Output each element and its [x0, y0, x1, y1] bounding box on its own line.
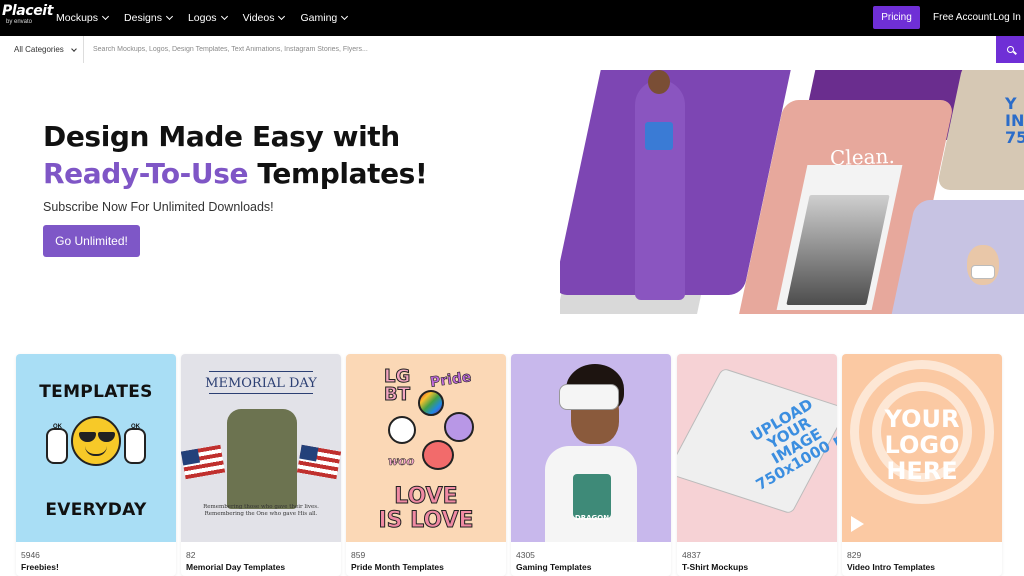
search-bar: All Categories	[0, 36, 1024, 63]
category-card-memorial-day[interactable]: MEMORIAL DAY Remembering those who gave …	[181, 354, 341, 576]
nav-item-logos[interactable]: Logos	[187, 12, 228, 24]
search-button[interactable]	[996, 36, 1024, 63]
us-flag-icon	[296, 444, 341, 480]
placeit-logo[interactable]: Placeit by envato	[2, 4, 53, 26]
category-count: 5946	[21, 550, 40, 560]
thumb-love-text: LOVE IS LOVE	[378, 484, 474, 533]
category-select[interactable]: All Categories	[0, 36, 84, 63]
chevron-down-icon	[341, 12, 349, 21]
category-label[interactable]: Freebies!	[21, 562, 59, 572]
dress-print-image	[645, 122, 673, 150]
model-dress-image	[635, 80, 685, 300]
chevron-down-icon	[101, 12, 110, 21]
category-card-pride-month[interactable]: LG BT Pride woo LOVE IS LOVE 859 Pride M…	[346, 354, 506, 576]
category-card-freebies[interactable]: TEMPLATES OK OK EVERYDAY 5946 Freebies!	[16, 354, 176, 576]
divider	[209, 371, 313, 372]
hero-collage-image: Clean. Y IN 750	[560, 70, 1024, 314]
dragon-print-image	[573, 474, 611, 518]
ok-label: OK	[131, 424, 140, 430]
category-card-video-intro[interactable]: YOUR LOGO HERE 829 Video Intro Templates	[842, 354, 1002, 576]
logo-sub-text: by envato	[6, 19, 33, 25]
nav-item-designs[interactable]: Designs	[124, 12, 173, 24]
soldier-image	[227, 409, 297, 509]
category-thumbnail: MEMORIAL DAY Remembering those who gave …	[181, 354, 341, 542]
vr-headset-image	[559, 384, 619, 410]
face-mask-image	[971, 265, 995, 279]
nav-item-label: Mockups	[56, 12, 99, 24]
smiley-face-icon	[71, 416, 121, 466]
hero-subtitle: Subscribe Now For Unlimited Downloads!	[43, 200, 274, 214]
free-account-link[interactable]: Free Account	[933, 12, 992, 23]
collage-right-text: Y IN 750	[1005, 94, 1024, 147]
play-icon[interactable]	[851, 516, 864, 532]
category-label[interactable]: T-Shirt Mockups	[682, 562, 748, 572]
sunglasses-icon	[98, 432, 115, 442]
login-link[interactable]: Log In	[993, 12, 1021, 23]
logo-text: Placeit	[2, 3, 53, 19]
pricing-button[interactable]: Pricing	[873, 6, 920, 29]
nav-item-videos[interactable]: Videos	[242, 12, 286, 24]
chevron-down-icon	[220, 12, 228, 21]
smile-mouth	[85, 446, 107, 456]
rainbow-heart-sticker	[418, 390, 444, 416]
nav-item-gaming[interactable]: Gaming	[300, 12, 349, 24]
category-label[interactable]: Memorial Day Templates	[186, 562, 285, 572]
lgbt-sticker: LG BT	[383, 366, 411, 405]
category-select-label: All Categories	[14, 45, 64, 54]
model-head-image	[648, 70, 670, 94]
nav-item-mockups[interactable]: Mockups	[56, 12, 110, 24]
ok-label: OK	[53, 424, 62, 430]
category-thumbnail: LG BT Pride woo LOVE IS LOVE	[346, 354, 506, 542]
nav-menu: Mockups Designs Logos Videos Gaming	[56, 0, 349, 36]
hero-title: Design Made Easy with Ready-To-Use Templ…	[43, 118, 428, 192]
us-flag-icon	[181, 444, 226, 480]
category-thumbnail: DRAGON	[511, 354, 671, 542]
nav-item-label: Logos	[187, 12, 217, 24]
dragon-print-text: DRAGON	[574, 514, 610, 522]
category-thumbnail: TEMPLATES OK OK EVERYDAY	[16, 354, 176, 542]
woo-sticker: woo	[388, 454, 415, 469]
search-input[interactable]	[84, 36, 996, 63]
search-icon	[1006, 46, 1014, 53]
pride-sticker: Pride	[429, 369, 473, 391]
chevron-down-icon	[278, 12, 286, 21]
nav-item-label: Gaming	[300, 12, 338, 24]
hero-title-line2: Ready-To-Use Templates!	[43, 155, 428, 192]
chevron-down-icon	[165, 12, 173, 21]
category-grid: TEMPLATES OK OK EVERYDAY 5946 Freebies! …	[16, 354, 1024, 576]
hero-banner: Design Made Easy with Ready-To-Use Templ…	[0, 70, 1024, 314]
nav-item-label: Videos	[242, 12, 275, 24]
nav-item-label: Designs	[124, 12, 162, 24]
category-card-tshirt-mockups[interactable]: UPLOAD YOUR IMAGE 750x1000 px 4837 T-Shi…	[677, 354, 837, 576]
thumb-title: MEMORIAL DAY	[205, 376, 317, 391]
sunglasses-icon	[79, 432, 96, 442]
category-label[interactable]: Pride Month Templates	[351, 562, 444, 572]
go-unlimited-button[interactable]: Go Unlimited!	[43, 225, 140, 257]
category-thumbnail: UPLOAD YOUR IMAGE 750x1000 px	[677, 354, 837, 542]
divider	[209, 393, 313, 394]
category-count: 859	[351, 550, 366, 560]
category-label[interactable]: Video Intro Templates	[847, 562, 935, 572]
daisy-sticker	[388, 416, 416, 444]
thumb-text-top: TEMPLATES	[39, 382, 153, 402]
hero-title-accent: Ready-To-Use	[43, 157, 249, 190]
top-nav: Placeit by envato Mockups Designs Logos …	[0, 0, 1024, 36]
category-card-gaming[interactable]: DRAGON 4305 Gaming Templates	[511, 354, 671, 576]
heart-sticker	[422, 440, 454, 470]
hero-title-line1: Design Made Easy with	[43, 120, 400, 153]
category-count: 4305	[516, 550, 535, 560]
chevron-down-icon	[70, 45, 77, 52]
thumb-text-bottom: EVERYDAY	[45, 500, 147, 520]
category-count: 82	[186, 550, 196, 560]
hand-icon	[124, 428, 146, 464]
thumb-footnote: Remembering those who gave their lives. …	[203, 504, 319, 517]
hand-icon	[46, 428, 68, 464]
your-logo-here-text: YOUR LOGO HERE	[884, 405, 960, 485]
category-count: 4837	[682, 550, 701, 560]
category-thumbnail: YOUR LOGO HERE	[842, 354, 1002, 542]
hero-title-rest: Templates!	[248, 157, 428, 190]
peace-sign-sticker	[444, 412, 474, 442]
category-count: 829	[847, 550, 862, 560]
category-label[interactable]: Gaming Templates	[516, 562, 591, 572]
